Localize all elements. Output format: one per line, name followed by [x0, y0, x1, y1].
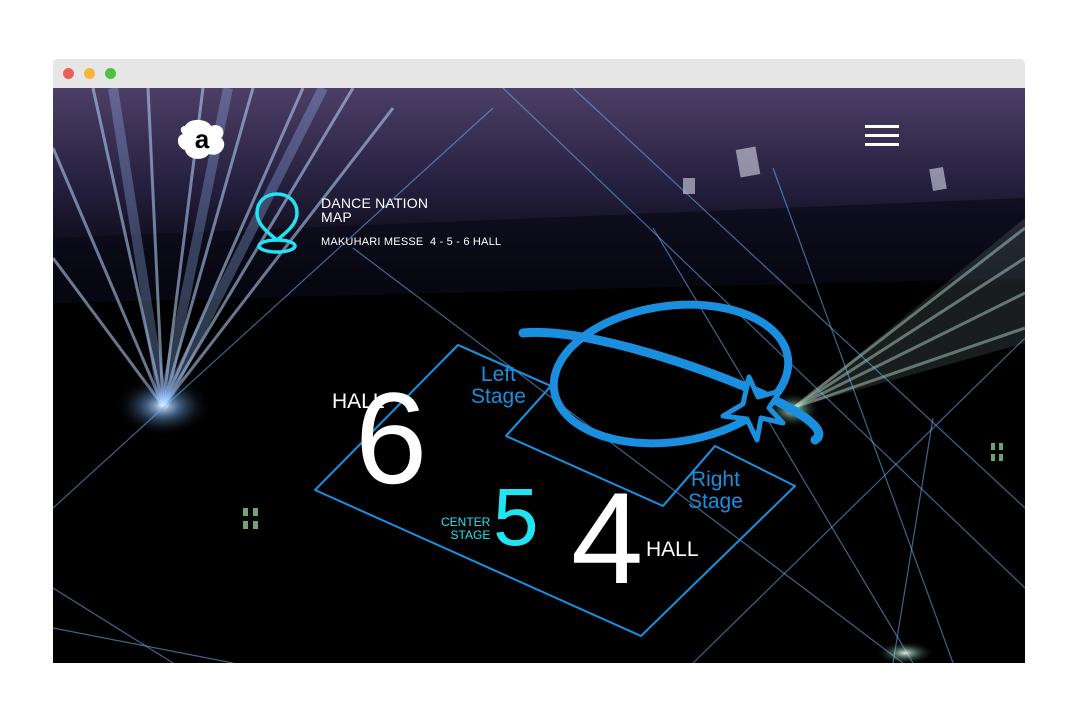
venue-label: MAKUHARI MESSE 4 - 5 - 6 HALL: [321, 236, 502, 248]
hamburger-menu-icon[interactable]: [865, 125, 899, 151]
hall6-number: 6: [355, 365, 428, 511]
hall4-label: HALL: [646, 538, 699, 561]
close-window-button[interactable]: [63, 68, 74, 79]
maximize-window-button[interactable]: [105, 68, 116, 79]
browser-titlebar: [53, 59, 1025, 88]
right-stage-label[interactable]: Right Stage: [688, 469, 743, 513]
map-title-line1: DANCE NATION: [321, 195, 429, 211]
hall4-number: 4: [571, 465, 644, 611]
right-stage-line1: Right: [690, 468, 740, 491]
map-title-line2: MAP: [321, 209, 352, 225]
right-stage-line2: Stage: [688, 490, 743, 513]
menu-line: [865, 134, 899, 137]
left-stage-line1: Left: [480, 363, 516, 386]
menu-line: [865, 125, 899, 128]
center-stage-label[interactable]: CENTER STAGE: [441, 516, 490, 542]
left-stage-label[interactable]: Left Stage: [471, 364, 526, 408]
laser-background-image: [53, 88, 1025, 663]
center-stage-line2: STAGE: [450, 528, 491, 542]
browser-window: a DANCE NATION MAP MAKUHARI MESSE 4 - 5 …: [53, 59, 1025, 663]
minimize-window-button[interactable]: [84, 68, 95, 79]
a-logo-icon[interactable]: a: [177, 118, 227, 160]
map-pin-icon: [255, 192, 299, 254]
hall5-number: 5: [493, 472, 539, 563]
map-title: DANCE NATION MAP: [321, 196, 428, 224]
svg-text:a: a: [195, 124, 210, 154]
left-stage-line2: Stage: [471, 385, 526, 408]
page-viewport: a DANCE NATION MAP MAKUHARI MESSE 4 - 5 …: [53, 88, 1025, 663]
menu-line: [865, 143, 899, 146]
